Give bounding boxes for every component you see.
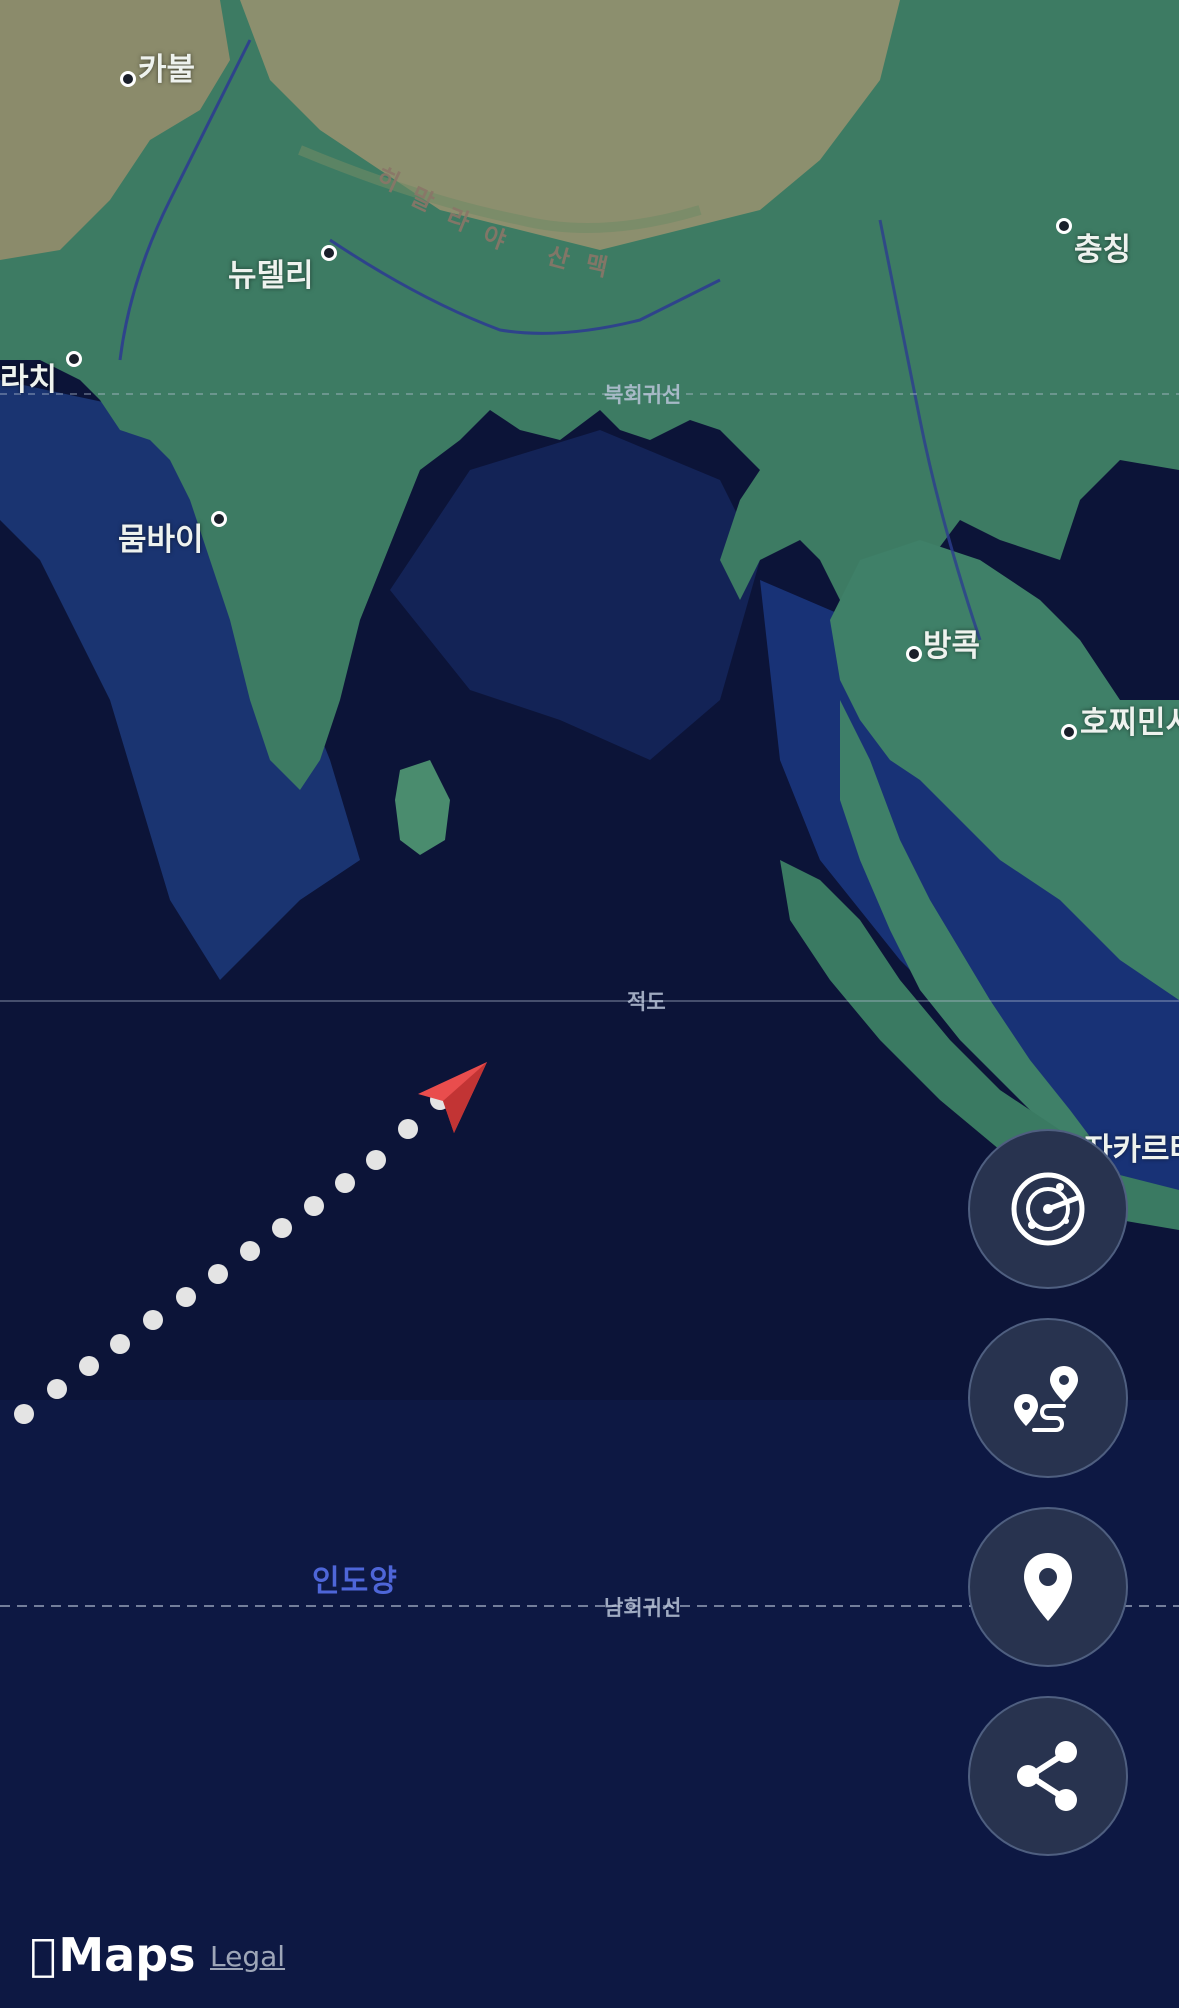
location-pin-icon (1024, 1553, 1072, 1621)
city-karachi[interactable]: 라치 (0, 354, 57, 399)
city-chongqing[interactable]: 충칭 (1074, 224, 1131, 269)
tropic-capricorn-label: 남회귀선 (604, 1596, 682, 1620)
city-dot-ho-chi-minh (1061, 724, 1077, 740)
location-button[interactable] (968, 1507, 1128, 1667)
city-dot-bangkok (906, 646, 922, 662)
city-dot-kabul (120, 71, 136, 87)
radar-icon (1011, 1172, 1085, 1246)
apple-logo-icon:  (30, 1930, 56, 1981)
map-view[interactable]: 히 말 라 야 산 맥 카불 뉴델리 라치 뭄바이 충칭 방콕 호찌민시 자카르… (0, 0, 1179, 2008)
city-kabul[interactable]: 카불 (138, 44, 195, 89)
city-dot-karachi (66, 351, 82, 367)
tropic-cancer-label: 북회귀선 (604, 383, 682, 407)
legal-link[interactable]: Legal (210, 1940, 285, 1973)
radar-button[interactable] (968, 1129, 1128, 1289)
equator-label: 적도 (627, 990, 666, 1014)
city-dot-chongqing (1056, 218, 1072, 234)
map-canvas[interactable] (0, 0, 1179, 2008)
route-icon (1014, 1366, 1078, 1432)
city-dot-new-delhi (321, 245, 337, 261)
ocean-label: 인도양 (312, 1564, 398, 1599)
share-icon (1017, 1741, 1077, 1811)
brand-label: Maps (32, 1928, 195, 1982)
city-mumbai[interactable]: 뭄바이 (118, 514, 204, 559)
deep-basin (0, 1400, 1179, 2008)
city-dot-mumbai (211, 511, 227, 527)
share-button[interactable] (968, 1696, 1128, 1856)
apple-maps-logo:  Maps (30, 1928, 196, 1982)
city-new-delhi[interactable]: 뉴델리 (228, 250, 314, 295)
city-ho-chi-minh[interactable]: 호찌민시 (1080, 697, 1179, 742)
city-bangkok[interactable]: 방콕 (923, 620, 980, 665)
route-button[interactable] (968, 1318, 1128, 1478)
